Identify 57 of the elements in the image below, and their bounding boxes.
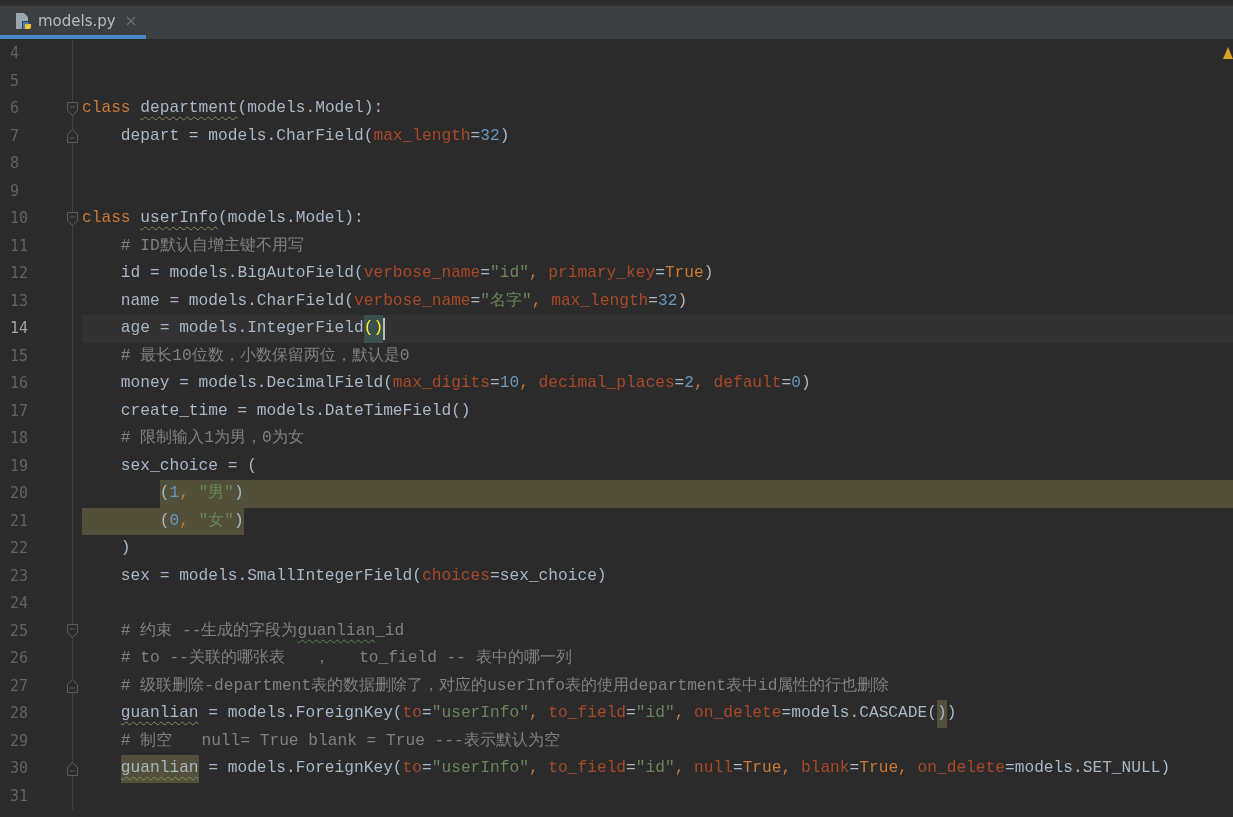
close-icon[interactable] bbox=[125, 15, 136, 26]
code-line: id = models.BigAutoField(verbose_name="id", primary_key=True) bbox=[119, 263, 714, 284]
line-number: 20 bbox=[9, 483, 30, 504]
line-number: 24 bbox=[9, 593, 30, 614]
fold-icon[interactable] bbox=[67, 129, 78, 144]
line-number: 23 bbox=[9, 565, 30, 587]
code-line: age = models.IntegerField() bbox=[82, 315, 386, 343]
code-line: class department(models.Model): bbox=[82, 98, 384, 119]
warning-icon[interactable] bbox=[1223, 47, 1233, 59]
line-number: 5 bbox=[9, 70, 21, 92]
fold-icon[interactable] bbox=[67, 211, 78, 226]
line-number: 9 bbox=[9, 180, 21, 202]
code-line: # 限制输入1为男，0为女 bbox=[119, 428, 304, 449]
line-number: 29 bbox=[9, 730, 30, 752]
code-line: # 约束 --生成的字段为guanlian_id bbox=[119, 620, 405, 642]
fold-icon[interactable] bbox=[67, 624, 78, 639]
line-number: 26 bbox=[9, 648, 30, 669]
line-number: 27 bbox=[9, 675, 30, 697]
code-line: guanlian = models.ForeignKey(to="userInfo", to_field="id", null=True, blank=True, on_delete=models.SET_NULL) bbox=[82, 755, 1171, 783]
code-line: sex_choice = ( bbox=[119, 455, 257, 477]
line-number: 6 bbox=[9, 98, 21, 119]
code-line: depart = models.CharField(max_length=32) bbox=[119, 125, 510, 147]
line-number: 22 bbox=[9, 538, 30, 559]
line-number: 18 bbox=[9, 428, 30, 449]
line-number: 16 bbox=[9, 373, 30, 394]
code-line: create_time = models.DateTimeField() bbox=[119, 400, 471, 422]
code-line: money = models.DecimalField(max_digits=10, decimal_places=2, default=0) bbox=[119, 373, 811, 394]
code-line: # 最长10位数，小数保留两位，默认是0 bbox=[119, 345, 410, 367]
code-line: class userInfo(models.Model): bbox=[82, 208, 364, 229]
line-number: 12 bbox=[9, 263, 30, 284]
python-file-icon bbox=[14, 11, 32, 30]
line-number: 11 bbox=[9, 235, 30, 257]
code-line: sex = models.SmallIntegerField(choices=sex_choice) bbox=[119, 565, 607, 587]
line-number: 19 bbox=[9, 455, 30, 477]
code-line: # ID默认自增主键不用写 bbox=[119, 235, 304, 257]
line-number: 28 bbox=[9, 703, 30, 724]
line-number: 30 bbox=[9, 758, 30, 779]
line-number: 7 bbox=[9, 125, 21, 147]
line-number: 13 bbox=[9, 290, 30, 312]
line-number: 10 bbox=[9, 208, 30, 229]
code-line: # 制空 null= True blank = True ---表示默认为空 bbox=[119, 730, 560, 752]
line-number: 4 bbox=[9, 43, 21, 64]
line-number: 14 bbox=[9, 318, 30, 339]
code-line: # to --关联的哪张表 ， to_field -- 表中的哪一列 bbox=[119, 647, 572, 669]
fold-icon[interactable] bbox=[67, 101, 78, 116]
code-line: name = models.CharField(verbose_name="名字", max_length=32) bbox=[119, 290, 688, 312]
code-line: # 级联删除-department表的数据删除了，对应的userInfo表的使用department表中id属性的行也删除 bbox=[119, 675, 890, 697]
code-line: guanlian = models.ForeignKey(to="userInfo", to_field="id", on_delete=models.CASCADE()) bbox=[82, 700, 957, 728]
line-number: 17 bbox=[9, 400, 30, 422]
line-number: 15 bbox=[9, 345, 30, 367]
line-number: 25 bbox=[9, 620, 30, 642]
line-number: 31 bbox=[9, 785, 30, 807]
line-number: 21 bbox=[9, 510, 30, 532]
code-line: ) bbox=[119, 538, 131, 559]
line-number: 8 bbox=[9, 153, 21, 174]
fold-icon[interactable] bbox=[67, 679, 78, 694]
fold-icon[interactable] bbox=[67, 761, 78, 776]
